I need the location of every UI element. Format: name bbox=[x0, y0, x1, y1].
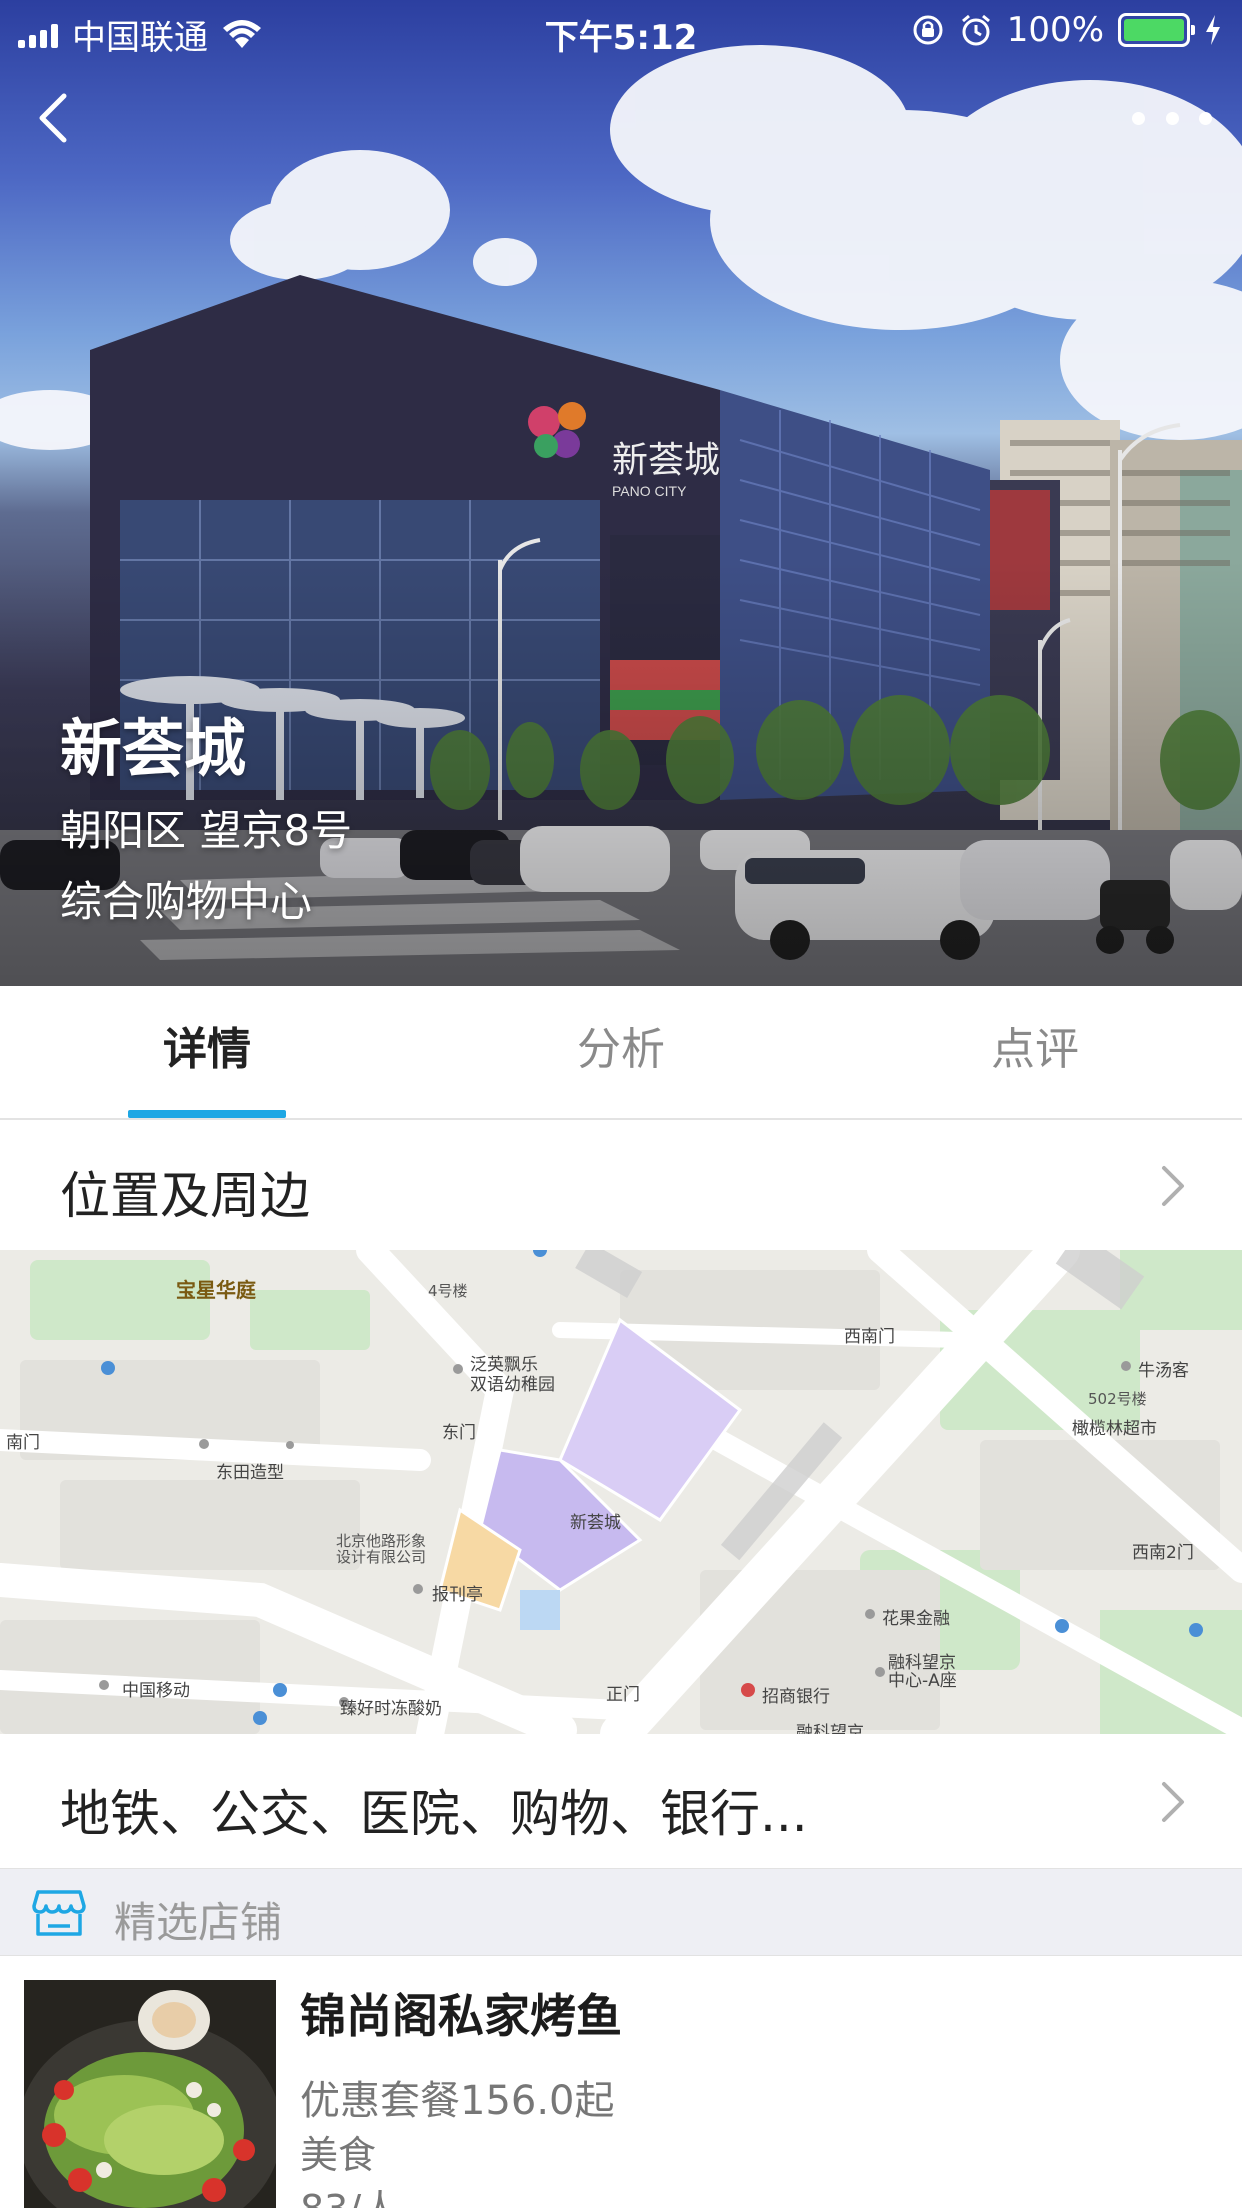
map-poi-bldg4: 4号楼 bbox=[428, 1282, 468, 1300]
alarm-icon bbox=[961, 14, 990, 46]
tab-analysis[interactable]: 分析 bbox=[474, 986, 768, 1118]
nearby-row-label: 地铁、公交、医院、购物、银行... bbox=[60, 1785, 808, 1843]
map-poi-niutang: 牛汤客 bbox=[1138, 1361, 1189, 1381]
tab-reviews[interactable]: 点评 bbox=[888, 986, 1182, 1118]
hero-banner: 新荟城 PANO CITY 中国联通 下午5:12 100% 新荟城 朝阳区 望… bbox=[0, 0, 1242, 986]
location-row[interactable]: 位置及周边 bbox=[0, 1120, 1242, 1250]
charging-icon bbox=[1206, 15, 1220, 45]
chevron-right-icon bbox=[1162, 1782, 1184, 1822]
map-poi-east-gate: 东门 bbox=[442, 1423, 476, 1443]
store-name: 锦尚阁私家烤鱼 bbox=[300, 1989, 622, 2043]
store-icon bbox=[32, 1890, 86, 1936]
map-poi-dongtian: 东田造型 bbox=[216, 1463, 284, 1483]
place-type: 综合购物中心 bbox=[60, 877, 313, 926]
map-canvas bbox=[0, 1250, 1242, 1734]
chevron-right-icon bbox=[1162, 1166, 1184, 1206]
building-sign-text: 新荟城 bbox=[612, 439, 720, 480]
map-poi-china-mobile: 中国移动 bbox=[122, 1681, 190, 1701]
nearby-row[interactable]: 地铁、公交、医院、购物、银行... bbox=[0, 1734, 1242, 1868]
location-map[interactable]: 宝星华庭 4号楼 泛英飘乐 双语幼稚园 西南门 东门 南门 东田造型 新荟城 北… bbox=[0, 1250, 1242, 1734]
place-title: 新荟城 bbox=[60, 712, 247, 785]
rotation-lock-icon bbox=[913, 15, 943, 45]
map-poi-beijing-ta-2: 设计有限公司 bbox=[336, 1548, 427, 1566]
map-poi-building-502: 502号楼 bbox=[1088, 1390, 1147, 1408]
building-sign-en: PANO CITY bbox=[612, 483, 687, 499]
store-price-per-person: 83/人 bbox=[300, 2178, 399, 2208]
map-poi-newsstand: 报刊亭 bbox=[432, 1585, 483, 1605]
map-poi-zhaoshang: 招商银行 bbox=[762, 1687, 830, 1707]
map-poi-mall: 新荟城 bbox=[570, 1513, 621, 1533]
place-address: 朝阳区 望京8号 bbox=[60, 806, 353, 855]
map-poi-rongke-2: 融科望京 bbox=[796, 1723, 864, 1734]
battery-icon bbox=[1118, 13, 1195, 47]
store-thumbnail bbox=[24, 1980, 276, 2208]
tab-active-indicator bbox=[128, 1110, 286, 1118]
back-icon[interactable] bbox=[30, 88, 80, 148]
map-poi-west-south-gate: 西南门 bbox=[844, 1327, 895, 1347]
map-poi-rongke-a: 中心-A座 bbox=[888, 1671, 957, 1691]
more-options-icon[interactable] bbox=[1132, 100, 1212, 136]
battery-percent: 100% bbox=[1006, 10, 1104, 50]
store-card[interactable]: 锦尚阁私家烤鱼 优惠套餐156.0起 美食 83/人 bbox=[0, 1956, 1242, 2208]
store-deal: 优惠套餐156.0起 bbox=[300, 2078, 615, 2124]
location-row-label: 位置及周边 bbox=[60, 1167, 310, 1225]
map-poi-ganlan: 橄榄林超市 bbox=[1072, 1419, 1157, 1439]
map-poi-zhenhao: 臻好时冻酸奶 bbox=[340, 1699, 442, 1719]
map-poi-huaguo: 花果金融 bbox=[882, 1609, 950, 1629]
status-bar: 中国联通 下午5:12 100% bbox=[0, 0, 1242, 60]
featured-stores-label: 精选店铺 bbox=[114, 1898, 283, 1947]
map-poi-west-south-2: 西南2门 bbox=[1132, 1543, 1194, 1563]
map-poi-baoxing: 宝星华庭 bbox=[176, 1278, 256, 1302]
map-poi-fanying-school: 双语幼稚园 bbox=[470, 1375, 555, 1395]
map-poi-south-gate: 南门 bbox=[6, 1433, 40, 1453]
tab-details[interactable]: 详情 bbox=[60, 986, 354, 1118]
map-poi-main-gate: 正门 bbox=[606, 1685, 640, 1705]
store-category: 美食 bbox=[300, 2133, 377, 2177]
tab-bar: 详情 分析 点评 bbox=[0, 986, 1242, 1120]
status-right: 100% bbox=[911, 10, 1222, 50]
featured-stores-header: 精选店铺 bbox=[0, 1868, 1242, 1956]
